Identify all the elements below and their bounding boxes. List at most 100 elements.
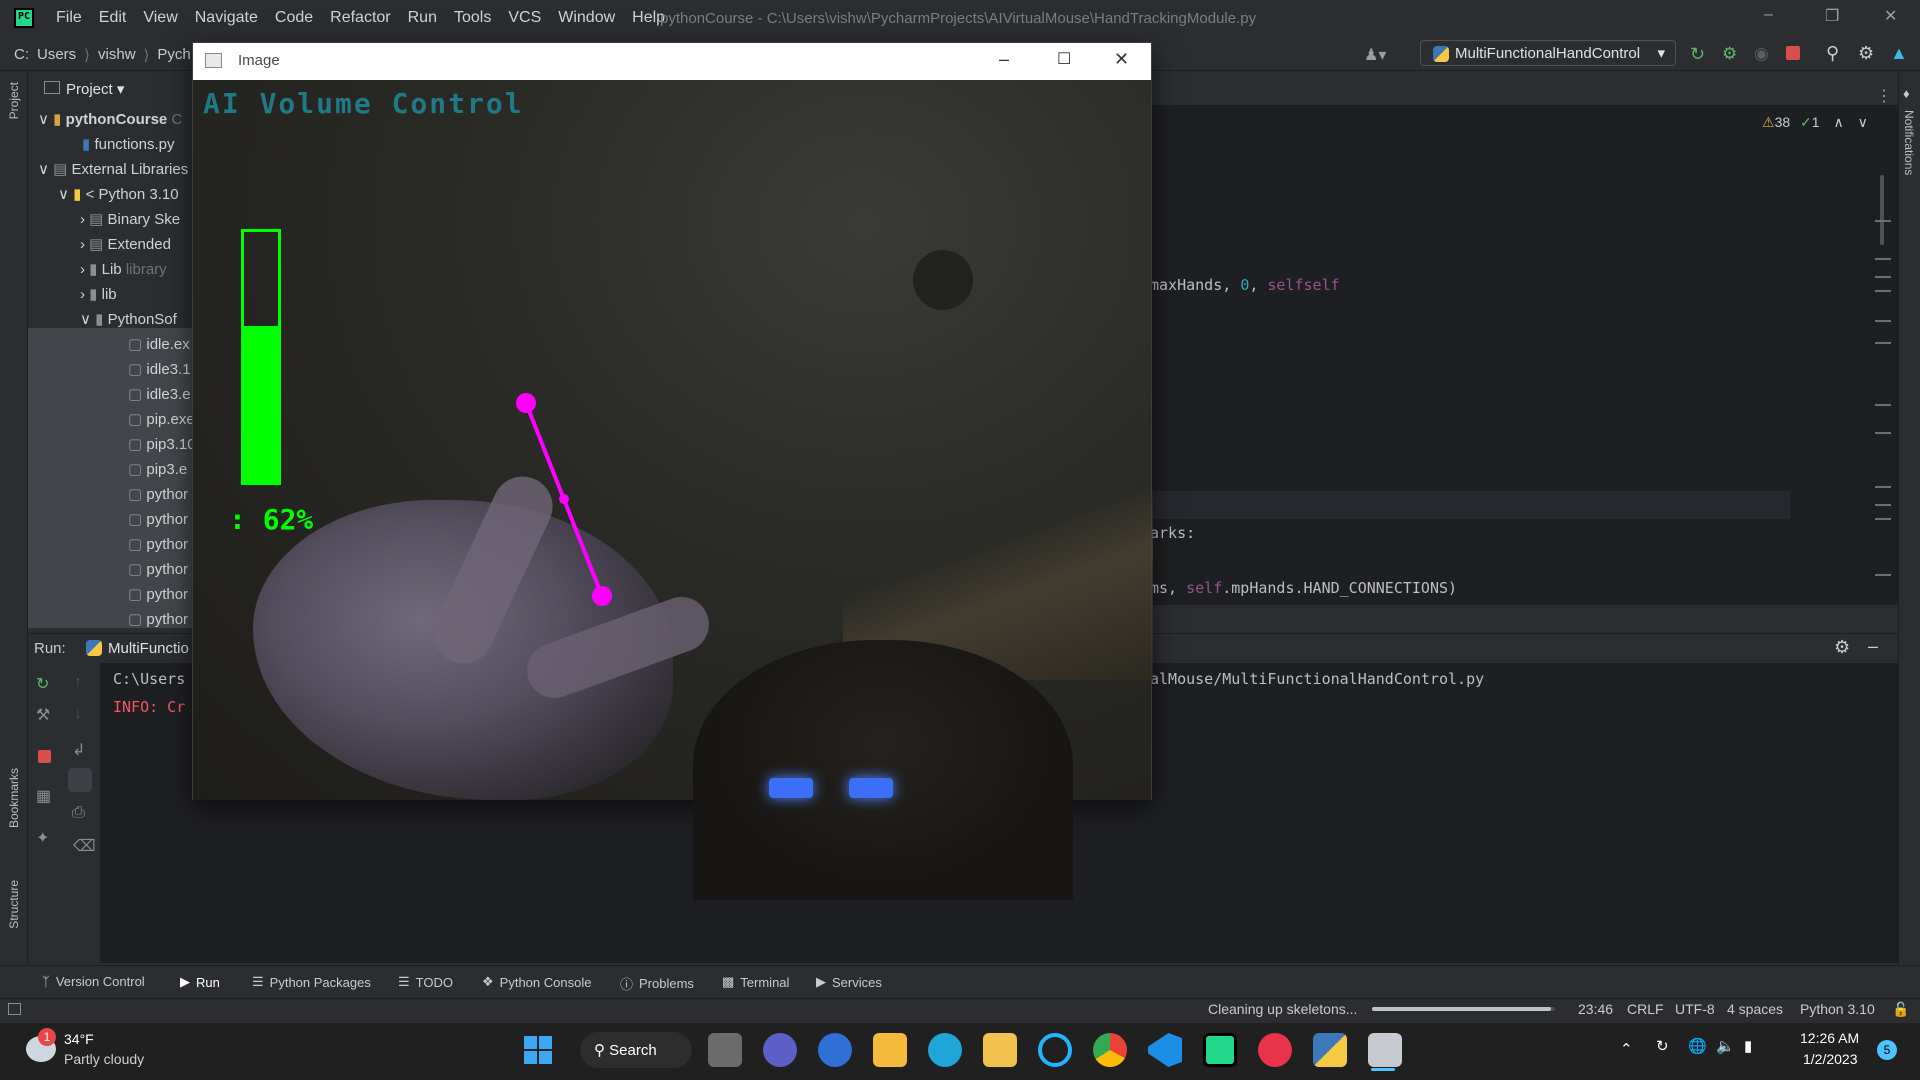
- menu-view[interactable]: View: [143, 9, 177, 27]
- bookmarks-tool-tab[interactable]: Bookmarks: [7, 768, 21, 828]
- breadcrumb-drive[interactable]: C:: [14, 46, 29, 64]
- weather-description[interactable]: Partly cloudy: [64, 1051, 144, 1067]
- indent-setting[interactable]: 4 spaces: [1727, 1001, 1783, 1017]
- tree-item[interactable]: ▢ pythor: [38, 585, 196, 610]
- tree-item[interactable]: ▢ pythor: [38, 535, 196, 560]
- battery-icon[interactable]: ▮: [1744, 1037, 1752, 1055]
- line-separator[interactable]: CRLF: [1627, 1001, 1664, 1017]
- search-icon[interactable]: ⚲: [1826, 43, 1839, 64]
- tree-item[interactable]: ▢ pythor: [38, 610, 196, 632]
- stop-icon[interactable]: [1786, 46, 1800, 60]
- pycharm-icon[interactable]: [1203, 1033, 1237, 1067]
- tree-item[interactable]: ∨ ▮ pythonCourse C: [38, 110, 196, 135]
- pin-icon[interactable]: ✦: [36, 828, 49, 848]
- lock-icon[interactable]: 🔓: [1892, 1001, 1909, 1018]
- run-settings-icon[interactable]: ⚙: [1834, 637, 1850, 658]
- more-options-icon[interactable]: ⋮: [1876, 86, 1892, 106]
- menu-navigate[interactable]: Navigate: [195, 9, 258, 27]
- rerun-icon[interactable]: ↻: [1690, 44, 1705, 65]
- task-view-icon[interactable]: [708, 1033, 742, 1067]
- close-icon[interactable]: ✕: [1884, 6, 1897, 26]
- tree-item[interactable]: ▢ idle3.e: [38, 385, 196, 410]
- python-icon[interactable]: [1313, 1033, 1347, 1067]
- stop-icon[interactable]: [38, 750, 51, 763]
- notification-badge[interactable]: 5: [1877, 1040, 1897, 1060]
- menu-vcs[interactable]: VCS: [508, 9, 541, 27]
- panel-toggle-icon[interactable]: [8, 1003, 21, 1015]
- breadcrumb-vishw[interactable]: vishw: [98, 46, 136, 64]
- chrome-icon[interactable]: [1093, 1033, 1127, 1067]
- python-interpreter[interactable]: Python 3.10: [1800, 1001, 1875, 1017]
- tool-version-control[interactable]: ᛉ Version Control: [42, 974, 145, 989]
- volume-icon[interactable]: 🔈: [1716, 1037, 1735, 1055]
- tree-item[interactable]: ▢ pythor: [38, 560, 196, 585]
- arrow-up-icon[interactable]: ↑: [74, 674, 82, 692]
- file-explorer-icon[interactable]: [983, 1033, 1017, 1067]
- tree-item[interactable]: › ▮ lib: [38, 285, 196, 310]
- tree-item[interactable]: ∨ ▮ < Python 3.10: [38, 185, 196, 210]
- code-editor[interactable]: [1150, 105, 1790, 605]
- tree-item[interactable]: ▢ pip3.e: [38, 460, 196, 485]
- chevron-down-icon[interactable]: ∨: [1858, 114, 1868, 130]
- user-icon[interactable]: ♟▾: [1364, 45, 1386, 65]
- tool-problems[interactable]: ⓘ Problems: [620, 974, 694, 993]
- cortana-icon[interactable]: [1038, 1033, 1072, 1067]
- breadcrumb-pych[interactable]: Pych: [157, 46, 190, 64]
- app-icon[interactable]: [1258, 1033, 1292, 1067]
- app-icon[interactable]: [818, 1033, 852, 1067]
- tree-item[interactable]: › ▮ Lib library: [38, 260, 196, 285]
- tree-item[interactable]: ▮ functions.py: [38, 135, 196, 160]
- sync-icon[interactable]: ↻: [1656, 1037, 1669, 1055]
- microsoft-store-icon[interactable]: [873, 1033, 907, 1067]
- bell-icon[interactable]: ♦: [1903, 86, 1910, 101]
- run-tab[interactable]: MultiFunctio: [86, 640, 189, 657]
- layout-icon[interactable]: ▦: [36, 786, 51, 806]
- minimize-icon[interactable]: –: [1764, 6, 1773, 24]
- windows-start-icon[interactable]: [521, 1033, 555, 1067]
- tree-item[interactable]: › ▤ Binary Ske: [38, 210, 196, 235]
- tool-services[interactable]: ▶ Services: [816, 974, 882, 990]
- print-icon[interactable]: ⎙: [72, 804, 85, 822]
- structure-tool-tab[interactable]: Structure: [7, 880, 21, 929]
- jetbrains-icon[interactable]: ▲: [1890, 43, 1908, 64]
- menu-code[interactable]: Code: [275, 9, 313, 27]
- maximize-icon[interactable]: ☐: [1057, 49, 1071, 69]
- coverage-icon[interactable]: ◉: [1754, 44, 1769, 64]
- background-task-label[interactable]: Cleaning up skeletons...: [1208, 1001, 1357, 1017]
- wrench-icon[interactable]: ⚒: [36, 705, 50, 725]
- clock-date[interactable]: 1/2/2023: [1803, 1051, 1858, 1067]
- scroll-to-end-icon[interactable]: [68, 768, 92, 792]
- tool-python-console[interactable]: ❖ Python Console: [482, 974, 591, 990]
- chevron-up-icon[interactable]: ⌃: [1620, 1040, 1633, 1058]
- tree-item[interactable]: › ▤ Extended: [38, 235, 196, 260]
- notifications-tool-tab[interactable]: Notifications: [1902, 110, 1916, 175]
- editor-scrollbar[interactable]: [1880, 175, 1884, 245]
- arrow-down-icon[interactable]: ↓: [74, 705, 82, 723]
- menu-file[interactable]: File: [56, 9, 82, 27]
- globe-icon[interactable]: 🌐: [1688, 1037, 1707, 1055]
- settings-icon[interactable]: ⚙: [1858, 43, 1874, 64]
- tree-item[interactable]: ▢ idle.ex: [38, 335, 196, 360]
- project-tool-tab[interactable]: Project: [7, 82, 21, 119]
- edge-icon[interactable]: [928, 1033, 962, 1067]
- tree-item[interactable]: ▢ pip3.10: [38, 435, 196, 460]
- opencv-window-icon[interactable]: [1368, 1033, 1402, 1067]
- close-icon[interactable]: ✕: [1114, 49, 1129, 70]
- menu-tools[interactable]: Tools: [454, 9, 491, 27]
- tree-item[interactable]: ▢ pythor: [38, 485, 196, 510]
- taskbar-search[interactable]: ⚲ Search: [580, 1032, 692, 1068]
- tree-item[interactable]: ∨ ▮ PythonSof: [38, 310, 196, 335]
- clock-time[interactable]: 12:26 AM: [1800, 1030, 1859, 1046]
- hide-panel-icon[interactable]: –: [1868, 636, 1878, 657]
- tree-item[interactable]: ▢ pip.exe: [38, 410, 196, 435]
- minimize-icon[interactable]: –: [999, 49, 1009, 70]
- weather-temperature[interactable]: 34°F: [64, 1031, 94, 1047]
- caret-position[interactable]: 23:46: [1578, 1001, 1613, 1017]
- menu-edit[interactable]: Edit: [99, 9, 127, 27]
- trash-icon[interactable]: ⌫: [73, 836, 96, 856]
- tool-todo[interactable]: ☰ TODO: [398, 974, 453, 990]
- tree-item[interactable]: ∨ ▤ External Libraries: [38, 160, 196, 185]
- menu-run[interactable]: Run: [408, 9, 437, 27]
- tool-python-packages[interactable]: ☰ Python Packages: [252, 974, 371, 990]
- teams-chat-icon[interactable]: [763, 1033, 797, 1067]
